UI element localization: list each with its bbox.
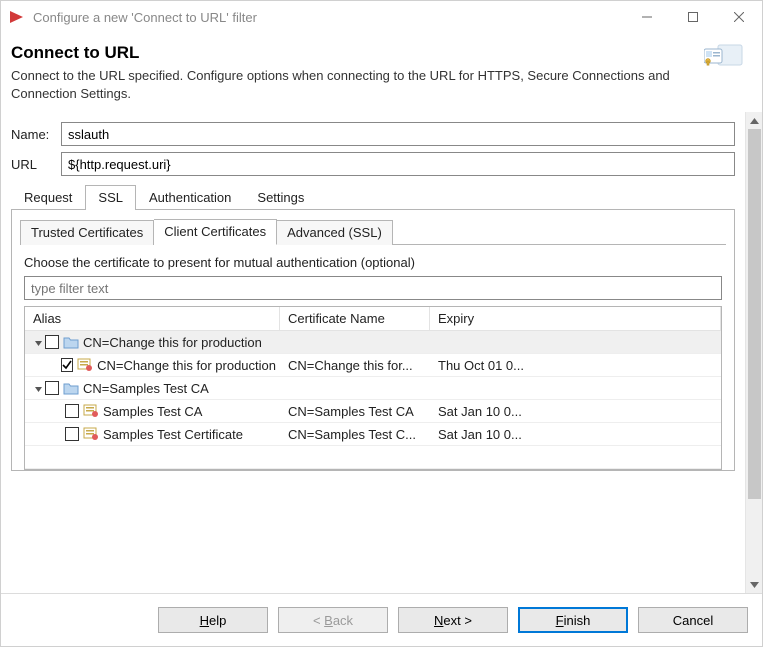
main-tabstrip: Request SSL Authentication Settings <box>11 184 735 209</box>
certificate-icon <box>77 357 93 373</box>
dialog-footer: Help < Back Next > Finish Cancel <box>1 594 762 646</box>
scrollbar-thumb[interactable] <box>748 129 761 499</box>
finish-button[interactable]: Finish <box>518 607 628 633</box>
header-decorative-icon <box>696 43 744 75</box>
alias-text: CN=Change this for production <box>97 358 276 373</box>
row-checkbox[interactable] <box>45 381 59 395</box>
page-title: Connect to URL <box>11 43 684 63</box>
vertical-scrollbar[interactable] <box>745 112 762 593</box>
window-title: Configure a new 'Connect to URL' filter <box>33 10 624 25</box>
tab-request[interactable]: Request <box>11 185 85 210</box>
titlebar: Configure a new 'Connect to URL' filter <box>1 1 762 33</box>
expand-toggle-icon[interactable] <box>31 338 45 347</box>
alias-text: CN=Change this for production <box>83 335 262 350</box>
cancel-button[interactable]: Cancel <box>638 607 748 633</box>
certificate-icon <box>83 403 99 419</box>
alias-text: CN=Samples Test CA <box>83 381 209 396</box>
scroll-up-arrow-icon[interactable] <box>746 112 763 129</box>
cert-expiry-cell: Sat Jan 10 0... <box>430 427 721 442</box>
ssl-sub-tabstrip: Trusted Certificates Client Certificates… <box>20 218 726 245</box>
alias-text: Samples Test Certificate <box>103 427 243 442</box>
cert-name-cell: CN=Change this for... <box>280 358 430 373</box>
tab-settings[interactable]: Settings <box>244 185 317 210</box>
cert-name-cell: CN=Samples Test C... <box>280 427 430 442</box>
cert-row[interactable]: CN=Change this for production CN=Change t… <box>25 354 721 377</box>
next-button[interactable]: Next > <box>398 607 508 633</box>
cert-row[interactable]: Samples Test Certificate CN=Samples Test … <box>25 423 721 446</box>
minimize-button[interactable] <box>624 1 670 33</box>
back-button[interactable]: < Back <box>278 607 388 633</box>
cert-expiry-cell: Thu Oct 01 0... <box>430 358 721 373</box>
col-header-expiry[interactable]: Expiry <box>430 307 721 331</box>
col-header-certificate-name[interactable]: Certificate Name <box>280 307 430 331</box>
tabpanel-ssl: Trusted Certificates Client Certificates… <box>11 209 735 471</box>
alias-text: Samples Test CA <box>103 404 202 419</box>
dialog-header: Connect to URL Connect to the URL specif… <box>1 33 762 112</box>
table-row <box>25 446 721 469</box>
row-checkbox[interactable] <box>61 358 73 372</box>
row-checkbox[interactable] <box>45 335 59 349</box>
folder-icon <box>63 380 79 396</box>
scroll-down-arrow-icon[interactable] <box>746 576 763 593</box>
folder-icon <box>63 334 79 350</box>
app-icon <box>9 9 25 25</box>
name-label: Name: <box>11 127 61 142</box>
cert-row[interactable]: Samples Test CA CN=Samples Test CASat Jan… <box>25 400 721 423</box>
cert-filter-input[interactable] <box>24 276 722 300</box>
col-header-alias[interactable]: Alias <box>25 307 280 331</box>
page-description: Connect to the URL specified. Configure … <box>11 67 684 102</box>
subtab-trusted-certificates[interactable]: Trusted Certificates <box>20 220 154 245</box>
client-cert-hint: Choose the certificate to present for mu… <box>24 255 722 270</box>
name-input[interactable] <box>61 122 735 146</box>
maximize-button[interactable] <box>670 1 716 33</box>
expand-toggle-icon[interactable] <box>31 384 45 393</box>
close-button[interactable] <box>716 1 762 33</box>
cert-group-row[interactable]: CN=Samples Test CA <box>25 377 721 400</box>
url-input[interactable] <box>61 152 735 176</box>
url-label: URL <box>11 157 61 172</box>
certificate-icon <box>83 426 99 442</box>
subtab-client-certificates[interactable]: Client Certificates <box>154 219 277 245</box>
row-checkbox[interactable] <box>65 404 79 418</box>
tab-authentication[interactable]: Authentication <box>136 185 244 210</box>
cert-group-row[interactable]: CN=Change this for production <box>25 331 721 354</box>
tab-ssl[interactable]: SSL <box>85 185 136 210</box>
row-checkbox[interactable] <box>65 427 79 441</box>
client-certificates-panel: Choose the certificate to present for mu… <box>20 245 726 470</box>
help-button[interactable]: Help <box>158 607 268 633</box>
dialog-body: Name: URL Request SSL Authentication Set… <box>1 112 745 593</box>
cert-table: Alias Certificate Name Expiry CN=Change … <box>24 306 722 470</box>
dialog-window: Configure a new 'Connect to URL' filter … <box>0 0 763 647</box>
cert-name-cell: CN=Samples Test CA <box>280 404 430 419</box>
subtab-advanced-ssl[interactable]: Advanced (SSL) <box>277 220 393 245</box>
cert-expiry-cell: Sat Jan 10 0... <box>430 404 721 419</box>
cert-table-header: Alias Certificate Name Expiry <box>25 307 721 331</box>
